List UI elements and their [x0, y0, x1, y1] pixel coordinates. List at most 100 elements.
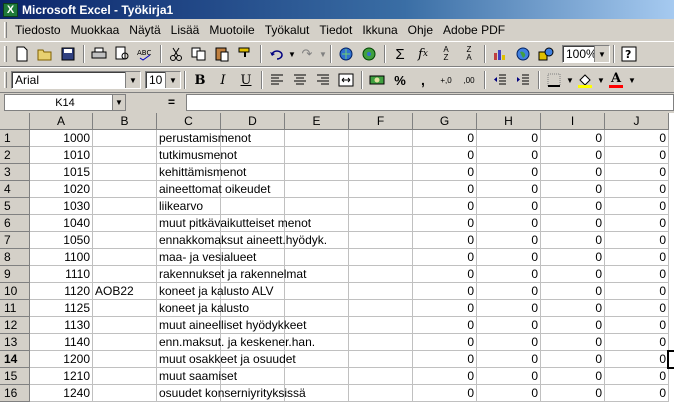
cell-g4[interactable]: 0	[413, 181, 477, 198]
row-header[interactable]: 1	[0, 130, 30, 147]
comma-style-icon[interactable]: ,	[412, 69, 434, 91]
row-header[interactable]: 6	[0, 215, 30, 232]
cell-g13[interactable]: 0	[413, 334, 477, 351]
cell-d5[interactable]	[221, 198, 285, 215]
column-header-e[interactable]: E	[285, 113, 349, 130]
column-header-f[interactable]: F	[349, 113, 413, 130]
menu-view[interactable]: Näytä	[125, 21, 164, 39]
row-header[interactable]: 14	[0, 351, 30, 368]
cell-e3[interactable]	[285, 164, 349, 181]
cell-j14[interactable]: 0	[605, 351, 669, 368]
menu-edit[interactable]: Muokkaa	[67, 21, 124, 39]
cell-e4[interactable]	[285, 181, 349, 198]
italic-icon[interactable]: I	[212, 69, 234, 91]
row-header[interactable]: 10	[0, 283, 30, 300]
cell-f4[interactable]	[349, 181, 413, 198]
cell-b1[interactable]	[93, 130, 157, 147]
menu-data[interactable]: Tiedot	[315, 21, 356, 39]
cell-i14[interactable]: 0	[541, 351, 605, 368]
cell-e10[interactable]	[285, 283, 349, 300]
cell-c8[interactable]: maa- ja vesialueet	[157, 249, 256, 266]
cell-b3[interactable]	[93, 164, 157, 181]
cell-c12[interactable]: muut aineelliset hyödykkeet	[157, 317, 306, 334]
cell-e15[interactable]	[285, 368, 349, 385]
decrease-decimal-icon[interactable]: ,00	[458, 69, 480, 91]
cell-h3[interactable]: 0	[477, 164, 541, 181]
print-preview-icon[interactable]	[111, 43, 133, 65]
row-header[interactable]: 13	[0, 334, 30, 351]
cell-f8[interactable]	[349, 249, 413, 266]
cell-c16[interactable]: osuudet konserniyrityksissä	[157, 385, 306, 402]
align-left-icon[interactable]	[266, 69, 288, 91]
cell-j13[interactable]: 0	[605, 334, 669, 351]
sort-descending-icon[interactable]: ZA	[458, 43, 480, 65]
row-header[interactable]: 5	[0, 198, 30, 215]
menu-format[interactable]: Muotoile	[205, 21, 258, 39]
cell-c1[interactable]: perustamismenot	[157, 130, 251, 147]
sort-ascending-icon[interactable]: AZ	[435, 43, 457, 65]
cell-f13[interactable]	[349, 334, 413, 351]
cell-i12[interactable]: 0	[541, 317, 605, 334]
cell-b16[interactable]	[93, 385, 157, 402]
cell-b11[interactable]	[93, 300, 157, 317]
column-header-b[interactable]: B	[93, 113, 157, 130]
cell-j2[interactable]: 0	[605, 147, 669, 164]
cell-g3[interactable]: 0	[413, 164, 477, 181]
column-header-a[interactable]: A	[30, 113, 93, 130]
menu-window[interactable]: Ikkuna	[358, 21, 401, 39]
column-header-h[interactable]: H	[477, 113, 541, 130]
help-icon[interactable]: ?	[618, 43, 640, 65]
cell-i6[interactable]: 0	[541, 215, 605, 232]
cell-a16[interactable]: 1240	[30, 385, 93, 402]
cell-b12[interactable]	[93, 317, 157, 334]
font-size-select[interactable]: 10 ▼	[145, 71, 181, 89]
row-header[interactable]: 8	[0, 249, 30, 266]
bold-icon[interactable]: B	[189, 69, 211, 91]
cell-j12[interactable]: 0	[605, 317, 669, 334]
merge-center-icon[interactable]	[335, 69, 357, 91]
cell-j15[interactable]: 0	[605, 368, 669, 385]
cell-g2[interactable]: 0	[413, 147, 477, 164]
cell-h16[interactable]: 0	[477, 385, 541, 402]
cell-g11[interactable]: 0	[413, 300, 477, 317]
name-box[interactable]: K14 ▼	[4, 94, 126, 111]
cell-c4[interactable]: aineettomat oikeudet	[157, 181, 270, 198]
font-color-dropdown[interactable]: ▼	[628, 76, 636, 85]
column-header-g[interactable]: G	[413, 113, 477, 130]
cell-a7[interactable]: 1050	[30, 232, 93, 249]
cell-h11[interactable]: 0	[477, 300, 541, 317]
zoom-select[interactable]: 100% ▼	[562, 45, 610, 63]
menu-insert[interactable]: Lisää	[167, 21, 204, 39]
undo-icon[interactable]	[265, 43, 287, 65]
cell-h9[interactable]: 0	[477, 266, 541, 283]
cell-i3[interactable]: 0	[541, 164, 605, 181]
cell-a6[interactable]: 1040	[30, 215, 93, 232]
cell-f16[interactable]	[349, 385, 413, 402]
cell-c6[interactable]: muut pitkävaikutteiset menot	[157, 215, 311, 232]
cell-e11[interactable]	[285, 300, 349, 317]
cell-i5[interactable]: 0	[541, 198, 605, 215]
menu-adobe-pdf[interactable]: Adobe PDF	[439, 21, 509, 39]
cell-g14[interactable]: 0	[413, 351, 477, 368]
font-color-icon[interactable]: A	[605, 69, 627, 91]
row-header[interactable]: 2	[0, 147, 30, 164]
cell-i16[interactable]: 0	[541, 385, 605, 402]
align-center-icon[interactable]	[289, 69, 311, 91]
cell-c15[interactable]: muut saamiset	[157, 368, 237, 385]
cell-a2[interactable]: 1010	[30, 147, 93, 164]
cell-c11[interactable]: koneet ja kalusto	[157, 300, 249, 317]
cell-h10[interactable]: 0	[477, 283, 541, 300]
cell-j1[interactable]: 0	[605, 130, 669, 147]
cell-c7[interactable]: ennakkomaksut aineett.hyödyk.	[157, 232, 327, 249]
cell-f3[interactable]	[349, 164, 413, 181]
redo-dropdown[interactable]: ▼	[319, 50, 327, 59]
row-header[interactable]: 11	[0, 300, 30, 317]
cell-j8[interactable]: 0	[605, 249, 669, 266]
redo-icon[interactable]: ↷	[296, 43, 318, 65]
cell-f1[interactable]	[349, 130, 413, 147]
cell-i11[interactable]: 0	[541, 300, 605, 317]
chevron-down-icon[interactable]: ▼	[125, 72, 140, 88]
web-toolbar-icon[interactable]	[358, 43, 380, 65]
cell-a12[interactable]: 1130	[30, 317, 93, 334]
cell-g7[interactable]: 0	[413, 232, 477, 249]
